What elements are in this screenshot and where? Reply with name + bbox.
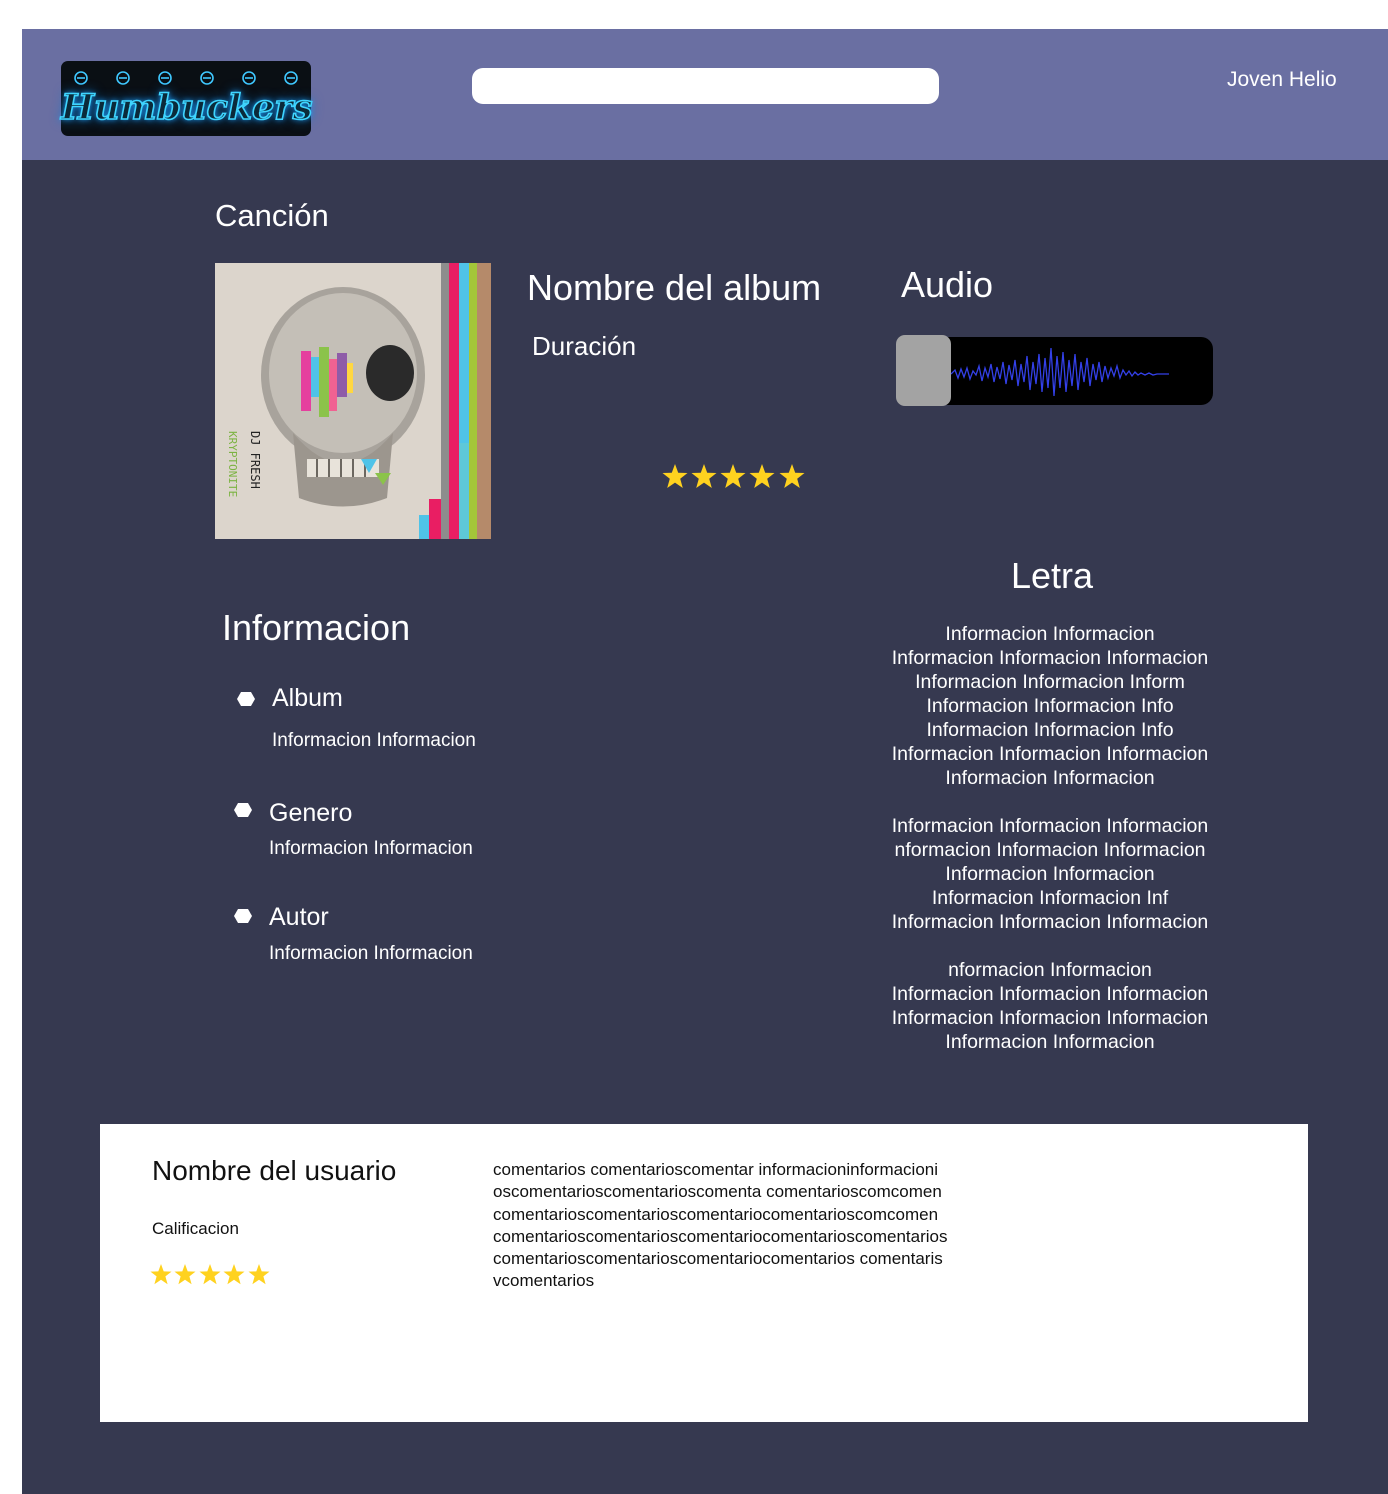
comment-user-name[interactable]: Nombre del usuario bbox=[152, 1155, 396, 1187]
star-icon bbox=[248, 1264, 270, 1285]
svg-text:KRYPTONITE: KRYPTONITE bbox=[226, 431, 239, 497]
search-input[interactable] bbox=[472, 68, 939, 104]
lyrics-line: Informacion Informacion Inf bbox=[931, 887, 1169, 909]
lyrics-line: nformacion Informacion Informacion bbox=[894, 839, 1206, 861]
info-item-author-title: Autor bbox=[269, 903, 329, 931]
lyrics-line: Informacion Informacion Informacion bbox=[891, 983, 1209, 1005]
info-item-genre-title: Genero bbox=[269, 799, 353, 827]
hexagon-bullet-icon bbox=[234, 803, 252, 817]
star-icon bbox=[174, 1264, 196, 1285]
album-name: Nombre del album bbox=[527, 267, 822, 308]
lyrics-line: Informacion Informacion bbox=[945, 623, 1155, 645]
star-icon bbox=[150, 1264, 172, 1285]
duration-label: Duración bbox=[532, 331, 637, 361]
lyrics-line: Informacion Informacion bbox=[945, 863, 1155, 885]
lyrics-text: Informacion Informacion Informacion Info… bbox=[850, 622, 1250, 1054]
hexagon-bullet-icon bbox=[234, 909, 252, 923]
comment-line: comentarioscomentarioscomentariocomentar… bbox=[493, 1249, 943, 1269]
lyrics-line: Informacion Informacion Info bbox=[926, 695, 1174, 717]
star-icon bbox=[749, 464, 775, 488]
lyrics-line: Informacion Informacion Informacion bbox=[891, 647, 1209, 669]
lyrics-line: Informacion Informacion Inform bbox=[915, 671, 1185, 693]
star-icon bbox=[779, 464, 805, 488]
info-item-genre-value: Informacion Informacion bbox=[269, 838, 473, 859]
song-heading: Canción bbox=[215, 198, 329, 233]
star-icon bbox=[662, 464, 688, 488]
logo-text: Humbuckers bbox=[60, 86, 313, 129]
song-rating-stars[interactable] bbox=[661, 462, 807, 492]
star-icon bbox=[720, 464, 746, 488]
comment-rating-stars bbox=[150, 1264, 270, 1285]
lyrics-line: Informacion Informacion bbox=[945, 767, 1155, 789]
lyrics-line: nformacion Informacion bbox=[948, 959, 1152, 981]
info-item-author-value: Informacion Informacion bbox=[269, 943, 473, 964]
logo-bulbs-decoration bbox=[74, 71, 298, 85]
star-icon bbox=[199, 1264, 221, 1285]
comment-line: oscomentarioscomentarioscomenta comentar… bbox=[493, 1182, 942, 1202]
star-icon bbox=[223, 1264, 245, 1285]
comment-line: vcomentarios bbox=[493, 1271, 595, 1291]
svg-text:DJ FRESH: DJ FRESH bbox=[248, 431, 262, 489]
comment-line: comentarios comentarioscomentar informac… bbox=[493, 1160, 939, 1179]
lyrics-line: Informacion Informacion Info bbox=[926, 719, 1174, 741]
stanza-gap bbox=[850, 934, 1250, 958]
info-item-album-title: Album bbox=[272, 684, 343, 712]
stanza-gap bbox=[850, 790, 1250, 814]
user-name[interactable]: Joven Helio bbox=[1227, 68, 1337, 92]
comment-line: comentarioscomentarioscomentariocomentar… bbox=[493, 1226, 948, 1246]
lyrics-heading: Letra bbox=[1010, 555, 1094, 596]
lyrics-line: Informacion Informacion bbox=[945, 1031, 1155, 1053]
lyrics-line: Informacion Informacion Informacion bbox=[891, 911, 1209, 933]
audio-play-handle[interactable] bbox=[896, 335, 951, 406]
star-icon bbox=[691, 464, 717, 488]
comment-line: comentarioscomentarioscomentariocomentar… bbox=[493, 1204, 939, 1224]
info-item-album-value: Informacion Informacion bbox=[272, 730, 476, 751]
comment-text: comentarios comentarioscomentar informac… bbox=[493, 1159, 1033, 1293]
audio-waveform-icon bbox=[951, 347, 1169, 397]
album-cover-image: DJ FRESH KRYPTONITE bbox=[215, 263, 491, 539]
lyrics-line: Informacion Informacion Informacion bbox=[891, 1007, 1209, 1029]
lyrics-line: Informacion Informacion Informacion bbox=[891, 743, 1209, 765]
lyrics-line: Informacion Informacion Informacion bbox=[891, 815, 1209, 837]
info-heading: Informacion bbox=[222, 607, 411, 648]
humbuckers-logo[interactable]: Humbuckers bbox=[60, 61, 313, 136]
audio-heading: Audio bbox=[901, 264, 994, 305]
hexagon-bullet-icon bbox=[237, 692, 255, 706]
comment-rating-label: Calificacion bbox=[152, 1219, 239, 1238]
